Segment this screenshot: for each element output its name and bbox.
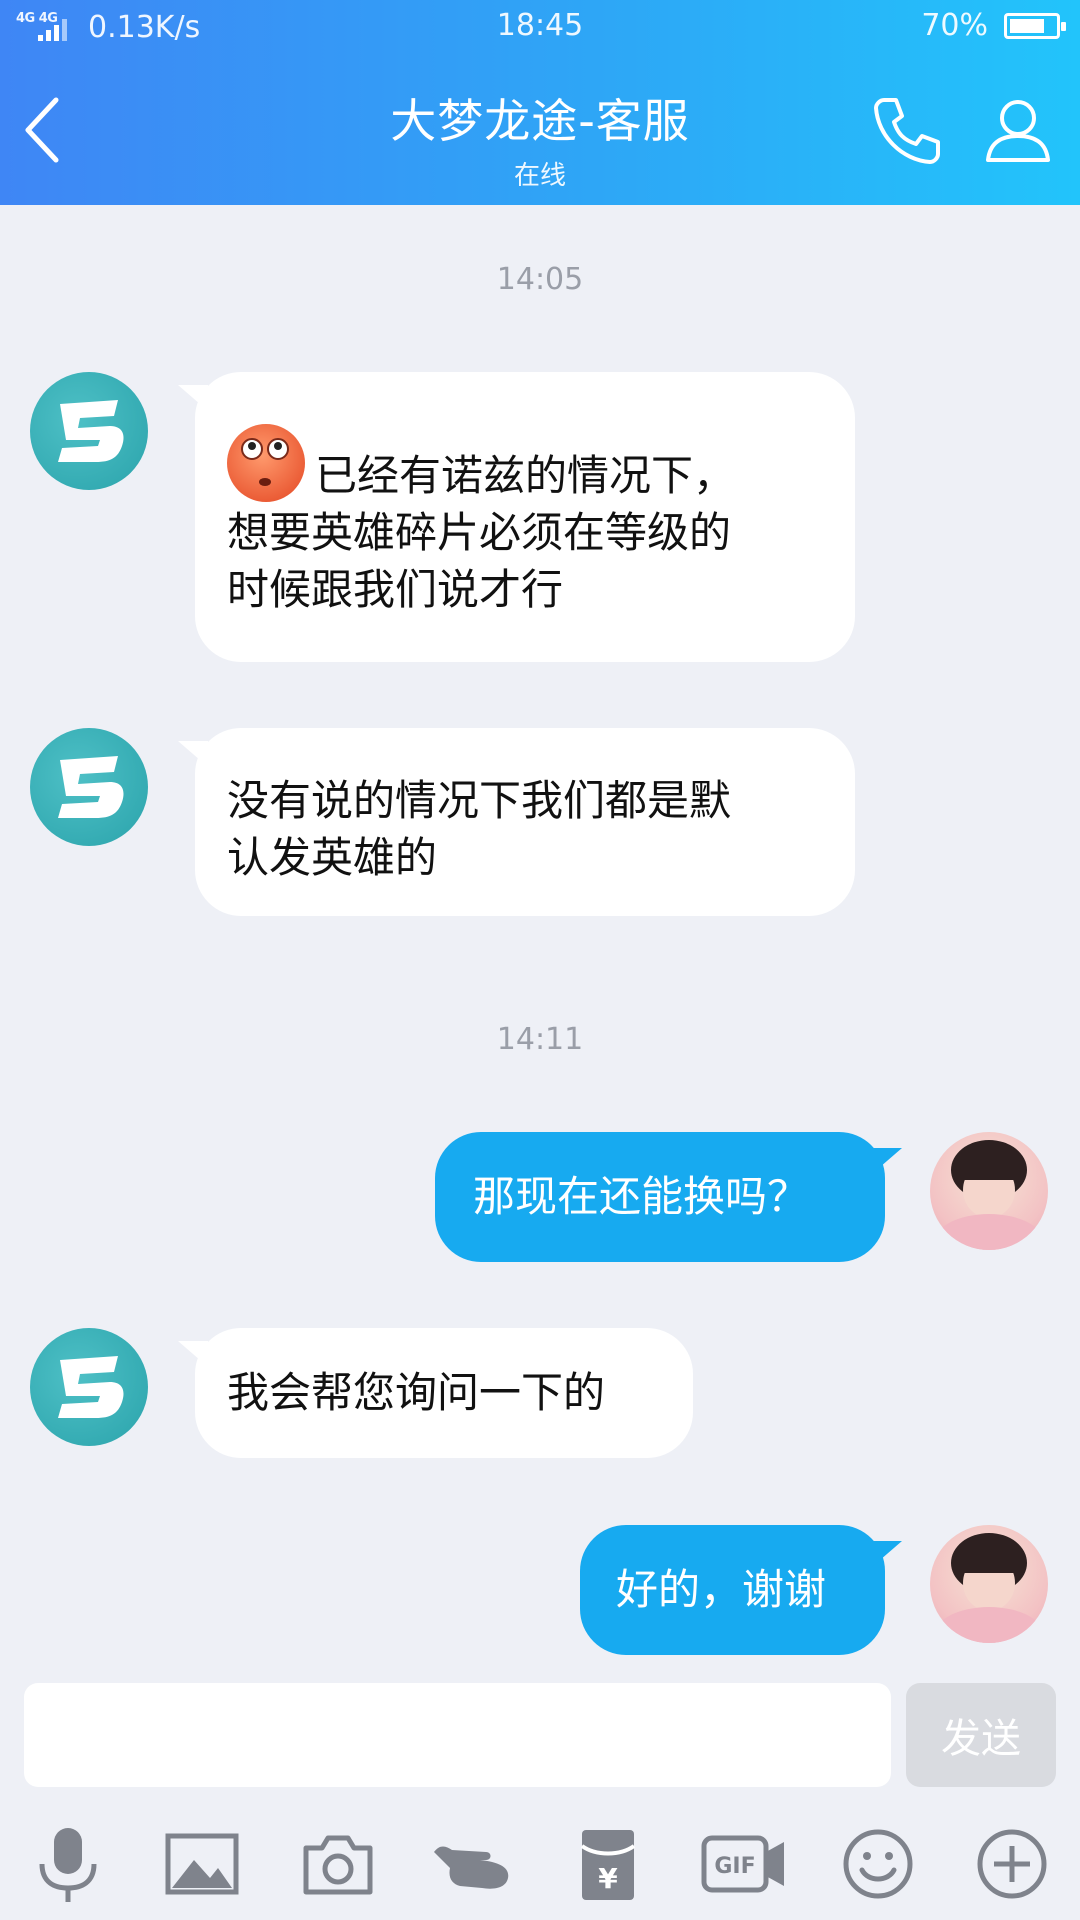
message-bubble-incoming[interactable]: 没有说的情况下我们都是默 认发英雄的 [195,728,855,916]
message-bubble-incoming[interactable]: 我会帮您询问一下的 [195,1328,693,1458]
shocked-face-emoji-icon [227,424,305,502]
profile-icon[interactable] [980,92,1056,168]
cs-logo-icon [58,400,124,462]
cs-logo-icon [58,1356,124,1418]
red-packet-icon[interactable]: ¥ [566,1822,650,1906]
chat-header: 4G 4G 0.13K/s 18:45 70% 大梦龙途-客服 在线 [0,0,1080,205]
status-bar: 4G 4G 0.13K/s 18:45 70% [0,0,1080,56]
image-icon[interactable] [160,1822,244,1906]
user-avatar[interactable] [930,1132,1048,1250]
message-bubble-outgoing[interactable]: 好的，谢谢 [580,1525,885,1655]
avatar[interactable] [30,1328,148,1446]
phone-icon[interactable] [870,92,946,168]
message-bubble-outgoing[interactable]: 那现在还能换吗？ [435,1132,885,1262]
battery-percent: 70% [921,8,988,43]
cs-logo-icon [58,756,124,818]
user-avatar[interactable] [930,1525,1048,1643]
send-button[interactable]: 发送 [906,1683,1056,1787]
camera-icon[interactable] [296,1822,380,1906]
emoji-icon[interactable] [836,1822,920,1906]
poke-hand-icon[interactable] [430,1822,514,1906]
message-bubble-incoming[interactable]: 已经有诺兹的情况下， 想要英雄碎片必须在等级的 时候跟我们说才行 [195,372,855,662]
timestamp: 14:11 [496,1022,584,1057]
svg-text:GIF: GIF [714,1854,755,1879]
clock: 18:45 [496,8,584,43]
microphone-icon[interactable] [26,1822,110,1906]
avatar[interactable] [30,372,148,490]
timestamp: 14:05 [496,262,584,297]
message-input[interactable] [24,1683,891,1787]
avatar[interactable] [30,728,148,846]
input-toolbar: ¥ GIF [0,1810,1080,1920]
plus-icon[interactable] [970,1822,1054,1906]
battery-icon [1004,12,1066,39]
svg-text:¥: ¥ [598,1862,618,1895]
gif-icon[interactable]: GIF [700,1822,788,1906]
